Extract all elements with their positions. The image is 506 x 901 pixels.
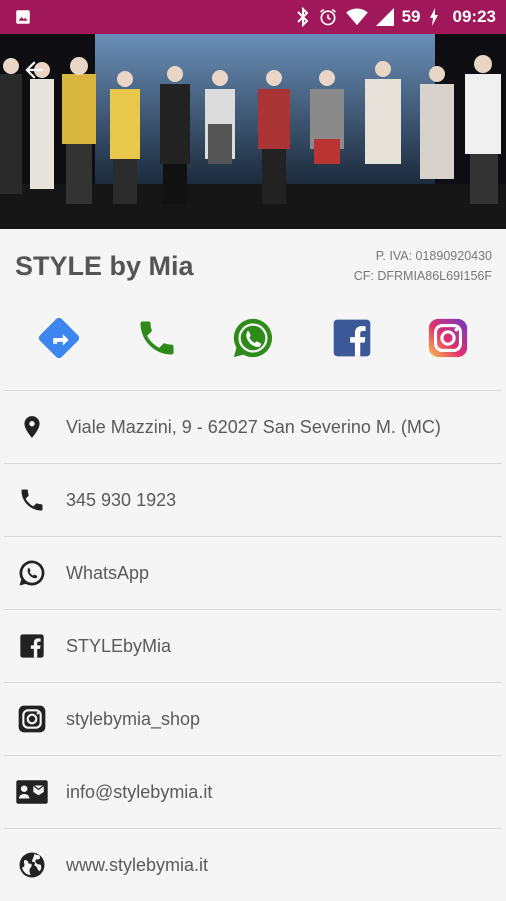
contact-row-website[interactable]: www.stylebymia.it [4, 828, 502, 901]
whatsapp-text: WhatsApp [66, 562, 150, 583]
vat-number: P. IVA: 01890920430 [375, 249, 492, 263]
facebook-icon [14, 628, 50, 664]
location-icon [14, 409, 50, 445]
signal-icon [375, 8, 394, 26]
instagram-button[interactable] [424, 314, 472, 362]
back-button[interactable] [14, 50, 54, 90]
directions-icon [38, 317, 80, 359]
contact-row-email[interactable]: info@stylebymia.it [4, 755, 502, 828]
phone-icon [140, 321, 174, 355]
bluetooth-icon [296, 7, 310, 27]
clock: 09:23 [452, 7, 496, 26]
contact-card-icon [14, 774, 50, 810]
call-button[interactable] [133, 314, 181, 362]
image-notification-icon [14, 8, 32, 26]
phone-text: 345 930 1923 [66, 489, 177, 510]
whatsapp-icon [14, 555, 50, 591]
shop-title: STYLE by Mia [15, 251, 194, 281]
facebook-button[interactable] [328, 314, 376, 362]
contact-list: Viale Mazzini, 9 - 62027 San Severino M.… [4, 390, 502, 901]
legal-info: P. IVA: 01890920430 CF: DFRMIA86L69I156F [354, 246, 492, 286]
email-text: info@stylebymia.it [66, 781, 213, 802]
tax-code: CF: DFRMIA86L69I156F [353, 269, 492, 283]
contact-row-phone[interactable]: 345 930 1923 [4, 463, 502, 536]
quick-actions [0, 310, 506, 370]
facebook-icon [333, 319, 371, 357]
status-bar: 59 09:23 [0, 0, 506, 34]
facebook-text: STYLEbyMia [66, 635, 172, 656]
instagram-icon [428, 318, 468, 358]
contact-row-whatsapp[interactable]: WhatsApp [4, 536, 502, 609]
website-text: www.stylebymia.it [66, 854, 209, 875]
contact-row-address[interactable]: Viale Mazzini, 9 - 62027 San Severino M.… [4, 390, 502, 463]
contact-row-instagram[interactable]: stylebymia_shop [4, 682, 502, 755]
wifi-icon [345, 8, 368, 26]
whatsapp-button[interactable] [229, 314, 277, 362]
battery-level: 59 [401, 7, 421, 26]
instagram-icon [14, 701, 50, 737]
battery-charging-icon [429, 8, 439, 26]
instagram-text: stylebymia_shop [66, 708, 201, 729]
globe-icon [14, 847, 50, 883]
address-text: Viale Mazzini, 9 - 62027 San Severino M.… [66, 416, 441, 437]
directions-button[interactable] [35, 314, 83, 362]
phone-icon [14, 482, 50, 518]
alarm-icon [318, 7, 338, 27]
arrow-back-icon [25, 61, 43, 79]
hero-image [0, 34, 506, 229]
whatsapp-icon [233, 318, 273, 358]
shop-header: STYLE by Mia P. IVA: 01890920430 CF: DFR… [0, 229, 506, 299]
contact-row-facebook[interactable]: STYLEbyMia [4, 609, 502, 682]
